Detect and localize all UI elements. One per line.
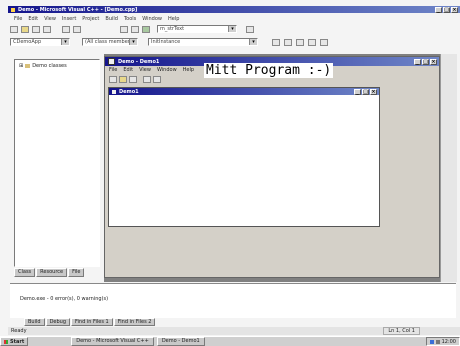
- debug-icon[interactable]: [320, 38, 328, 46]
- new-file-icon[interactable]: [10, 25, 18, 33]
- undo-icon[interactable]: [120, 25, 128, 33]
- go-icon[interactable]: [272, 38, 280, 46]
- workspace-icon[interactable]: [142, 25, 150, 33]
- ide-title-bar: Demo - Microsoft Visual C++ - [Demo.cpp]…: [8, 6, 460, 13]
- ide-toolbar-wizardbar: CDemoApp▾ (All class members)▾ InitInsta…: [10, 37, 350, 47]
- output-tab-2[interactable]: Find in Files 1: [71, 318, 113, 326]
- find-in-files-icon[interactable]: [246, 25, 254, 33]
- workspace-tab-1[interactable]: Resource: [36, 268, 68, 277]
- child-close-icon[interactable]: ×: [370, 88, 377, 95]
- app-print-icon[interactable]: [143, 75, 151, 83]
- ide-menu-item-0[interactable]: File: [14, 16, 22, 22]
- output-line: Demo.exe - 0 error(s), 0 warning(s): [20, 296, 109, 302]
- ide-menu-item-3[interactable]: Insert: [62, 16, 76, 22]
- workspace-pane: ⊞ Demo classes: [14, 59, 100, 267]
- workspace-tree-root[interactable]: Demo classes: [32, 63, 67, 69]
- build-icon[interactable]: [284, 38, 292, 46]
- child-icon: [112, 89, 116, 94]
- child-title: Demo1: [119, 88, 139, 95]
- status-bar: Ready Ln 1, Col 1: [8, 327, 460, 335]
- child-maximize-icon[interactable]: □: [362, 88, 369, 95]
- app-menu-item-0[interactable]: File: [109, 67, 117, 73]
- tray-network-icon[interactable]: [429, 339, 434, 344]
- output-tab-0[interactable]: Build: [24, 318, 45, 326]
- app-save-icon[interactable]: [129, 75, 137, 83]
- output-tab-1[interactable]: Debug: [45, 318, 71, 326]
- maximize-icon[interactable]: □: [443, 6, 450, 13]
- windows-logo-icon: [4, 339, 8, 344]
- ide-menu-bar: File Edit View Insert Project Build Tools Windo…: [14, 15, 460, 23]
- app-menu-item-1[interactable]: Edit: [123, 67, 133, 73]
- function-combo[interactable]: InitInstance ▾: [148, 38, 258, 46]
- app-caption-text: Mitt Program :-): [204, 63, 334, 78]
- tree-expand-icon[interactable]: ⊞: [19, 63, 23, 69]
- app-close-icon[interactable]: ×: [430, 58, 437, 65]
- cut-icon[interactable]: [62, 25, 70, 33]
- ide-title: Demo - Microsoft Visual C++ - [Demo.cpp]: [18, 6, 138, 13]
- ide-menu-item-5[interactable]: Build: [105, 16, 118, 22]
- ide-menu-item-6[interactable]: Tools: [124, 16, 136, 22]
- workspace-tabs: Class Resource File: [14, 268, 100, 277]
- app-open-icon[interactable]: [119, 75, 127, 83]
- ide-menu-item-8[interactable]: Help: [168, 16, 179, 22]
- clock: 12:00: [441, 338, 456, 345]
- open-file-icon[interactable]: [21, 25, 29, 33]
- close-icon[interactable]: ×: [451, 6, 458, 13]
- app-minimize-icon[interactable]: _: [414, 58, 421, 65]
- app-title: Demo - Demo1: [118, 58, 160, 65]
- ide-menu-item-2[interactable]: View: [44, 16, 56, 22]
- save-all-icon[interactable]: [43, 25, 51, 33]
- ide-toolbar-standard: m_strText ▾: [10, 24, 292, 34]
- class-folder-icon: [25, 64, 31, 68]
- ide-app-icon: [11, 7, 15, 12]
- output-tab-3[interactable]: Find in Files 2: [113, 318, 156, 326]
- child-title-bar: Demo1 _ □ ×: [109, 88, 379, 95]
- run-icon[interactable]: [296, 38, 304, 46]
- minimize-icon[interactable]: _: [435, 6, 442, 13]
- tray-volume-icon[interactable]: [435, 339, 440, 344]
- editor-vertical-scrollbar[interactable]: [440, 54, 457, 282]
- ide-menu-item-4[interactable]: Project: [82, 16, 99, 22]
- find-combo[interactable]: m_strText ▾: [157, 25, 237, 33]
- child-window: Demo1 _ □ ×: [108, 87, 380, 227]
- copy-icon[interactable]: [73, 25, 81, 33]
- breakpoint-icon[interactable]: [308, 38, 316, 46]
- output-tabs: Build Debug Find in Files 1 Find in Files 2: [24, 318, 244, 326]
- child-minimize-icon[interactable]: _: [354, 88, 361, 95]
- ide-menu-item-1[interactable]: Edit: [28, 16, 38, 22]
- output-pane: Demo.exe - 0 error(s), 0 warning(s): [10, 283, 456, 318]
- workspace-tab-2[interactable]: File: [68, 268, 85, 277]
- redo-icon[interactable]: [131, 25, 139, 33]
- app-menu-item-4[interactable]: Help: [183, 67, 194, 73]
- app-new-icon[interactable]: [109, 75, 117, 83]
- app-icon: [108, 58, 115, 65]
- class-combo[interactable]: CDemoApp ▾: [10, 38, 70, 46]
- workspace-tab-0[interactable]: Class: [14, 268, 36, 277]
- ide-menu-item-7[interactable]: Window: [142, 16, 162, 22]
- app-maximize-icon[interactable]: □: [422, 58, 429, 65]
- cursor-position: Ln 1, Col 1: [383, 327, 420, 335]
- app-menu-item-3[interactable]: Window: [157, 67, 177, 73]
- app-window: Demo - Demo1 _ □ × File Edit View Window Hel…: [104, 56, 440, 278]
- members-combo[interactable]: (All class members)▾: [82, 38, 138, 46]
- app-help-icon[interactable]: [153, 75, 161, 83]
- app-menu-item-2[interactable]: View: [139, 67, 151, 73]
- status-text: Ready: [11, 328, 27, 334]
- save-icon[interactable]: [32, 25, 40, 33]
